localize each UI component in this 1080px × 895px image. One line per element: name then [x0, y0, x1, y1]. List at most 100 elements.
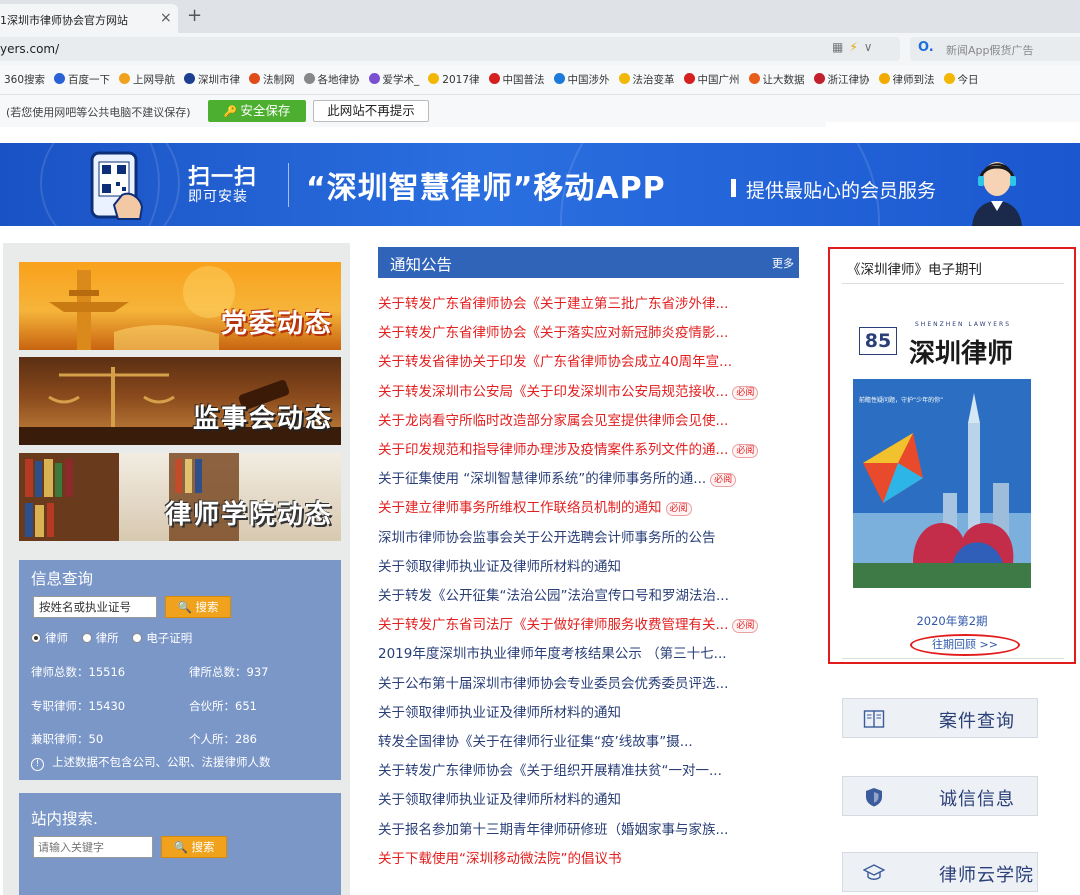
notice-more-link[interactable]: 更多	[772, 255, 794, 271]
bookmark-item[interactable]: 2017律	[428, 65, 480, 94]
bookmark-item[interactable]: 浙江律协	[813, 65, 870, 94]
academy-news-link[interactable]: 律师学院动态	[19, 453, 341, 541]
bookmark-favicon-icon	[303, 73, 315, 84]
bookmark-item[interactable]: 百度一下	[54, 65, 110, 94]
notice-item-text: 关于转发《公开征集“法治公园”法治宣传口号和罗湖法治...	[378, 588, 729, 604]
bookmark-item[interactable]: 律师到法	[878, 65, 935, 94]
lightning-icon[interactable]: ⚡	[849, 40, 857, 54]
bookmark-item[interactable]: 360搜索	[4, 65, 45, 94]
notice-item[interactable]: 关于转发《公开征集“法治公园”法治宣传口号和罗湖法治...	[378, 584, 729, 604]
e-journal-panel: 《深圳律师》电子期刊 85 SHENZHEN LAWYERS 深圳律师 前瞻性疑…	[828, 247, 1076, 664]
radio-lawyer-label: 律师	[45, 631, 68, 645]
journal-issue-link[interactable]: 2020年第2期	[830, 613, 1074, 629]
notice-item[interactable]: 关于领取律师执业证及律师所材料的通知	[378, 701, 621, 721]
url-field[interactable]: yers.com/	[0, 37, 900, 61]
info-circle-icon: !	[31, 758, 44, 771]
notice-item[interactable]: 关于龙岗看守所临时改造部分家属会见室提供律师会见使...	[378, 409, 728, 429]
scan-line-2: 即可安装	[188, 189, 248, 205]
bookmark-item[interactable]: 中国普法	[488, 65, 545, 94]
notice-item[interactable]: 转发全国律协《关于在律师行业征集“疫’线故事”摄...	[378, 730, 693, 750]
keyword-input[interactable]	[33, 836, 153, 858]
notice-item[interactable]: 关于转发深圳市公安局《关于印发深圳市公安局规范接收... 必阅	[378, 380, 759, 400]
notice-item[interactable]: 深圳市律师协会监事会关于公开选聘会计师事务所的公告	[378, 526, 716, 546]
notice-item[interactable]: 关于领取律师执业证及律师所材料的通知	[378, 788, 621, 808]
bookmark-item[interactable]: 法制网	[249, 65, 295, 94]
notice-item-text: 关于领取律师执业证及律师所材料的通知	[378, 558, 621, 575]
bookmark-favicon-icon	[683, 73, 695, 84]
notice-item[interactable]: 关于下载使用“深圳移动微法院”的倡议书	[378, 847, 622, 867]
notice-item[interactable]: 关于转发省律协关于印发《广东省律师协会成立40周年宣...	[378, 350, 732, 370]
notice-item[interactable]: 关于建立律师事务所维权工作联络员机制的通知 必阅	[378, 496, 692, 517]
stat-full-time-lawyers: 专职律师：15430	[31, 699, 126, 713]
notice-item[interactable]: 关于转发广东律师协会《关于组织开展精准扶贫“一对一...	[378, 759, 722, 779]
search-type-radios: 律师 律所 电子证明	[31, 630, 202, 646]
bookmark-item[interactable]: 法治变革	[618, 65, 675, 94]
bookmark-item[interactable]: 上网导航	[119, 65, 175, 94]
key-icon: 🔑	[223, 105, 238, 118]
journal-cover[interactable]: 85 SHENZHEN LAWYERS 深圳律师 前瞻性疑问题，守护“少年的你”	[853, 313, 1031, 588]
academy-news-label: 律师学院动态	[164, 500, 333, 530]
notice-item-text: 关于龙岗看守所临时改造部分家属会见室提供律师会见使...	[378, 412, 729, 429]
info-search-label: 搜索	[195, 600, 219, 614]
cover-headline: 前瞻性疑问题，守护“少年的你”	[859, 397, 944, 404]
notice-item-text: 关于转发广东律师协会《关于组织开展精准扶贫“一对一...	[378, 763, 722, 780]
notice-item[interactable]: 2019年度深圳市执业律师年度考核结果公示 （第三十七...	[378, 642, 727, 662]
qr-grid-icon[interactable]: ▦	[832, 40, 843, 54]
notice-item[interactable]: 关于转发广东省律师协会《关于落实应对新冠肺炎疫情影...	[378, 321, 728, 341]
cover-english-title: SHENZHEN LAWYERS	[915, 321, 1012, 328]
bookmark-item[interactable]: 中国广州	[683, 65, 740, 94]
bookmark-item[interactable]: 让大数据	[748, 65, 805, 94]
safe-save-label: 安全保存	[240, 103, 291, 118]
party-news-link[interactable]: 党委动态	[19, 262, 341, 350]
notice-item[interactable]: 关于征集使用 “深圳智慧律师系统”的律师事务所的通... 必阅	[378, 467, 737, 488]
notice-item[interactable]: 关于印发规范和指导律师办理涉及疫情案件系列文件的通... 必阅	[378, 438, 759, 458]
radio-e-certificate[interactable]	[132, 633, 143, 643]
lawyer-cloud-academy-button[interactable]: 律师云学院	[842, 852, 1038, 892]
browser-tab[interactable]: 1深圳市律师协会官方网站 ×	[0, 4, 178, 33]
supervisory-news-link[interactable]: 监事会动态	[19, 357, 341, 445]
radio-lawyer[interactable]	[31, 633, 41, 643]
lawyer-cloud-academy-label: 律师云学院	[939, 865, 1034, 886]
notice-item-text: 2019年度深圳市执业律师年度考核结果公示 （第三十七...	[378, 646, 727, 663]
bookmark-item[interactable]: 各地律协	[303, 65, 360, 94]
bookmark-item[interactable]: 爱学术_	[368, 65, 419, 94]
bookmarks-bar: 360搜索 百度一下 上网导航 深圳市律 法制网 各地律协 爱学术_ 2017律 中国普法 中国涉…	[0, 65, 1080, 95]
app-banner[interactable]: 扫一扫 即可安装 “深圳智慧律师”移动APP 提供最贴心的会员服务	[0, 143, 1080, 226]
lawyer-name-input[interactable]	[33, 596, 157, 618]
case-query-button[interactable]: 案件查询	[842, 698, 1038, 738]
banner-title: “深圳智慧律师”移动APP	[306, 171, 666, 206]
save-tip: (若您使用网吧等公共电脑不建议保存)	[6, 106, 191, 119]
site-search-button[interactable]: 🔍 搜索	[161, 836, 227, 858]
notice-item[interactable]: 关于转发广东省律师协会《关于建立第三批广东省涉外律...	[378, 292, 728, 312]
past-issues-link[interactable]: 往期回顾 >>	[910, 634, 1020, 656]
notice-item[interactable]: 关于公布第十届深圳市律师协会专业委员会优秀委员评选...	[378, 672, 728, 692]
radio-firm[interactable]	[81, 633, 92, 643]
close-tab-icon[interactable]: ×	[160, 10, 172, 26]
notice-item[interactable]: 关于领取律师执业证及律师所材料的通知	[378, 555, 621, 575]
chevron-down-icon[interactable]: ∨	[864, 40, 873, 54]
site-search-title: 站内搜索.	[31, 810, 98, 828]
never-remind-button[interactable]: 此网站不再提示	[313, 100, 429, 122]
browser-search-box[interactable]: O. 新闻App假货广告	[910, 37, 1080, 61]
info-query-title: 信息查询	[31, 570, 94, 588]
bookmark-item[interactable]: 深圳市律	[184, 65, 240, 94]
bookmark-label: 律师到法	[892, 74, 935, 86]
notice-item[interactable]: 关于转发广东省司法厅《关于做好律师服务收费管理有关... 必阅	[378, 613, 759, 634]
supervisory-news-label: 监事会动态	[192, 404, 333, 434]
bookmark-favicon-icon	[249, 73, 261, 84]
notice-item-text: 关于转发省律协关于印发《广东省律师协会成立40周年宣...	[378, 354, 733, 371]
bookmark-favicon-icon	[553, 73, 565, 84]
new-tab-icon[interactable]: +	[187, 5, 202, 26]
notice-item-text: 关于报名参加第十三期青年律师研修班（婚姻家事与家族...	[378, 821, 729, 838]
bookmark-item[interactable]: 中国涉外	[553, 65, 610, 94]
bookmark-favicon-icon	[488, 73, 500, 84]
bookmark-item[interactable]: 今日	[943, 65, 979, 94]
bookmark-label: 2017律	[442, 74, 480, 86]
info-search-button[interactable]: 🔍 搜索	[165, 596, 231, 618]
credit-info-button[interactable]: 诚信信息	[842, 776, 1038, 816]
notice-item[interactable]: 关于报名参加第十三期青年律师研修班（婚姻家事与家族...	[378, 818, 728, 838]
bookmark-label: 法制网	[263, 74, 295, 86]
safe-save-button[interactable]: 🔑 安全保存	[208, 100, 306, 122]
bookmark-label: 法治变革	[632, 74, 675, 86]
e-journal-title: 《深圳律师》电子期刊	[847, 262, 982, 278]
